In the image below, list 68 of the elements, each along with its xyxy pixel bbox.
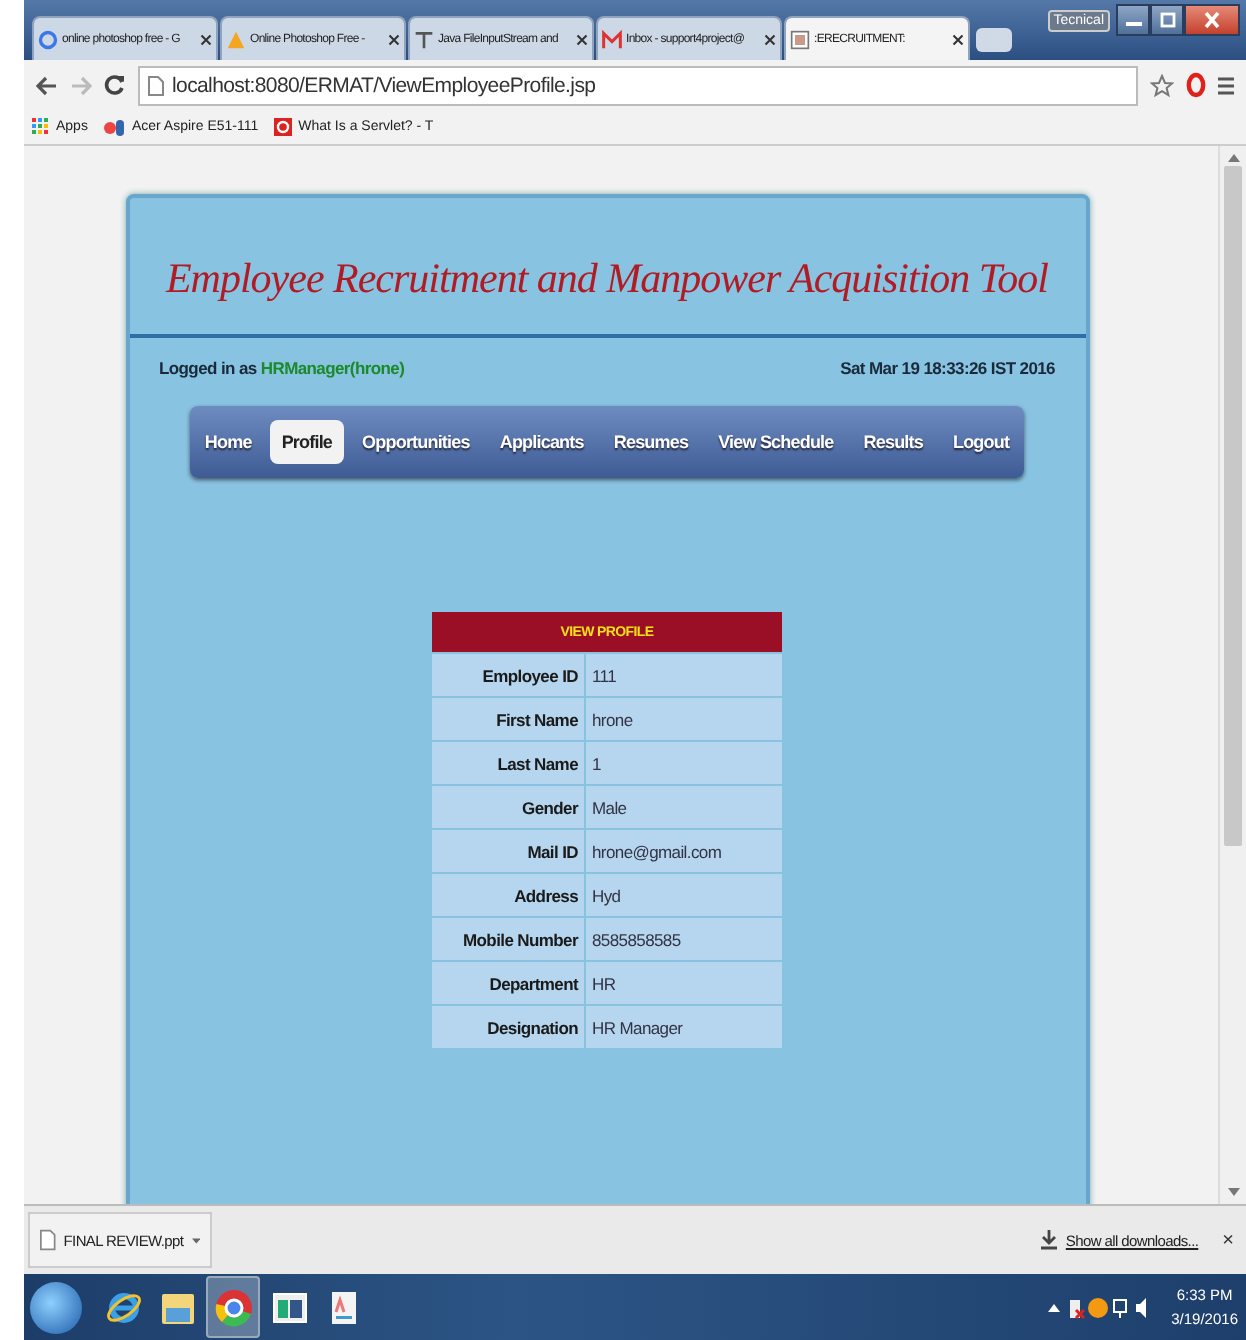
window-icon	[269, 1287, 309, 1327]
field-value: hrone@gmail.com	[586, 830, 782, 872]
close-icon[interactable]	[388, 33, 400, 45]
back-arrow-icon[interactable]	[36, 75, 58, 95]
page-icon	[790, 29, 810, 49]
close-icon[interactable]	[576, 33, 588, 45]
nav-link[interactable]: Results	[851, 420, 935, 464]
field-label: First Name	[432, 698, 584, 740]
field-label: Mobile Number	[432, 918, 584, 960]
close-icon	[1202, 12, 1222, 28]
field-label: Gender	[432, 786, 584, 828]
close-button[interactable]: ×	[1222, 1229, 1234, 1251]
field-value: HR	[586, 962, 782, 1004]
taskbar-button[interactable]	[206, 1276, 260, 1338]
nav-link[interactable]: Profile	[269, 420, 345, 464]
close-icon[interactable]	[764, 33, 776, 45]
file-icon	[40, 1228, 56, 1252]
field-label: Designation	[432, 1006, 584, 1048]
minimize-button[interactable]	[1116, 4, 1150, 36]
field-label: Department	[432, 962, 584, 1004]
star-icon[interactable]	[1150, 73, 1174, 97]
nav-link[interactable]: Applicants	[487, 420, 596, 464]
m-letter-icon	[602, 29, 622, 49]
field-label: Last Name	[432, 742, 584, 784]
t-letter-icon	[414, 29, 434, 49]
circle-logo-icon	[274, 118, 293, 136]
nav-link[interactable]: Resumes	[601, 420, 701, 464]
close-icon[interactable]	[200, 33, 212, 45]
field-value: HR Manager	[586, 1006, 782, 1048]
field-value: Hyd	[586, 874, 782, 916]
chrome-icon	[213, 1287, 253, 1327]
caret-icon[interactable]	[191, 1237, 200, 1243]
new-tab-button[interactable]	[976, 28, 1012, 52]
address-bar[interactable]: localhost:8080/ERMAT/ViewEmployeeProfile.jsp	[138, 65, 1138, 105]
nav-link[interactable]: Home	[192, 420, 264, 464]
field-value: hrone	[586, 698, 782, 740]
tray-icons-drawing[interactable]	[1047, 1293, 1152, 1321]
site-title: Employee Recruitment and Manpower Acquisition Tool	[165, 254, 1049, 306]
login-status: Logged in as HRManager(hrone)	[159, 358, 405, 378]
scroll-down-arrow-icon[interactable]	[1227, 1188, 1239, 1196]
scroll-up-arrow-icon[interactable]	[1227, 154, 1239, 162]
start-button[interactable]	[30, 1281, 82, 1333]
close-button[interactable]	[1184, 4, 1240, 36]
field-label: Address	[432, 874, 584, 916]
ring-icon	[38, 29, 58, 49]
field-value: Male	[586, 786, 782, 828]
close-icon[interactable]	[952, 33, 964, 45]
maximize-button[interactable]	[1150, 4, 1184, 36]
sd-logo-icon	[103, 118, 126, 136]
grid-icon	[32, 118, 50, 136]
nav-link[interactable]: View Schedule	[706, 420, 846, 464]
nav-link[interactable]: Logout	[940, 420, 1022, 464]
date-time: Sat Mar 19 18:33:26 IST 2016	[840, 358, 1055, 378]
field-label: Employee ID	[432, 654, 584, 696]
scrollbar[interactable]	[1218, 146, 1246, 1204]
field-value: 1	[586, 742, 782, 784]
maximize-icon	[1157, 12, 1177, 28]
e-letter-icon	[103, 1287, 143, 1327]
download-icon	[1039, 1230, 1058, 1250]
field-label: Mail ID	[432, 830, 584, 872]
page-icon	[148, 75, 164, 95]
o-ring-icon[interactable]	[1186, 72, 1206, 98]
nav-link[interactable]: Opportunities	[350, 420, 482, 464]
field-value: 8585858585	[586, 918, 782, 960]
reload-icon[interactable]	[104, 74, 126, 96]
menu-icon[interactable]	[1218, 75, 1234, 95]
field-value: 111	[586, 654, 782, 696]
triangle-icon	[226, 29, 246, 49]
